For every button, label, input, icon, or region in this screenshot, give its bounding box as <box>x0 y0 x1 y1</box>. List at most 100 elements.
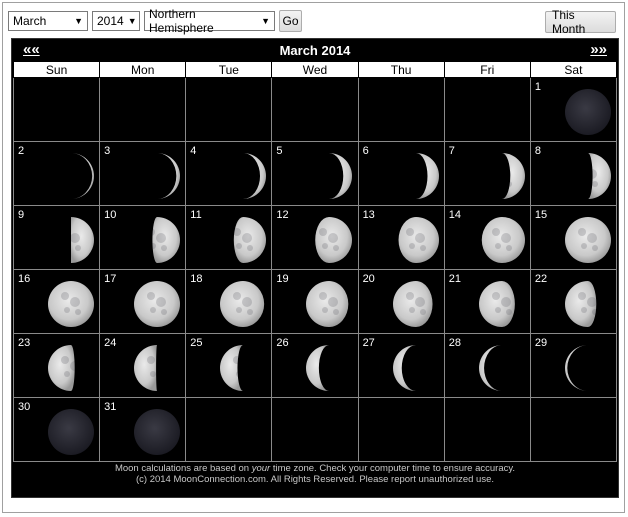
moon-image <box>478 344 526 397</box>
calendar-day-cell[interactable]: 18 <box>185 269 273 334</box>
moon-phase-icon <box>134 281 181 327</box>
day-number: 19 <box>276 273 289 285</box>
calendar-day-cell[interactable]: 15 <box>529 205 618 270</box>
moon-phase-icon <box>564 281 597 327</box>
day-number: 13 <box>362 209 375 221</box>
calendar-day-cell <box>529 397 618 462</box>
calendar-week-row: 1 <box>12 77 618 142</box>
chevron-down-icon: ▼ <box>261 16 270 26</box>
calendar-day-cell[interactable]: 16 <box>12 269 101 334</box>
calendar-day-cell[interactable]: 19 <box>271 269 359 334</box>
day-number: 21 <box>448 273 461 285</box>
moon-image <box>478 216 526 269</box>
calendar-day-cell[interactable]: 6 <box>357 141 445 206</box>
day-number: 4 <box>190 145 197 157</box>
calendar-day-cell[interactable]: 31 <box>99 397 187 462</box>
moon-phase-icon <box>415 153 439 199</box>
footer-accuracy-note: Moon calculations are based on your time… <box>12 463 618 474</box>
calendar-day-cell[interactable]: 7 <box>443 141 531 206</box>
day-number: 28 <box>448 337 461 349</box>
moon-phase-icon <box>234 217 267 263</box>
moon-phase-icon <box>306 281 349 327</box>
month-select-value: March <box>13 14 47 28</box>
moon-image <box>564 88 612 141</box>
calendar-day-cell[interactable]: 28 <box>443 333 531 398</box>
calendar-day-cell[interactable]: 23 <box>12 333 101 398</box>
moon-phase-icon <box>564 345 588 391</box>
moon-image <box>133 280 181 333</box>
weekday-header: Wed <box>271 61 359 78</box>
calendar-day-cell[interactable]: 10 <box>99 205 187 270</box>
calendar-day-cell <box>443 77 531 142</box>
calendar-day-cell <box>271 397 359 462</box>
calendar-day-cell[interactable]: 5 <box>271 141 359 206</box>
calendar-day-cell[interactable]: 27 <box>357 333 445 398</box>
calendar-day-cell[interactable]: 4 <box>185 141 273 206</box>
moon-phase-icon <box>478 281 515 327</box>
go-button[interactable]: Go <box>279 10 302 32</box>
moon-phase-icon <box>329 153 353 199</box>
weekday-header: Mon <box>99 61 187 78</box>
moon-phase-icon <box>306 345 330 391</box>
calendar-day-cell <box>12 77 101 142</box>
calendar-day-cell[interactable]: 2 <box>12 141 101 206</box>
calendar-day-cell[interactable]: 14 <box>443 205 531 270</box>
calendar-week-row: 30 31 <box>12 397 618 462</box>
hemisphere-select[interactable]: Northern Hemisphere ▼ <box>144 7 275 35</box>
day-number: 31 <box>104 401 117 413</box>
day-number: 9 <box>18 209 25 221</box>
moon-image <box>47 344 95 397</box>
calendar-day-cell[interactable]: 3 <box>99 141 187 206</box>
calendar-week-row: 9 10 11 12 13 14 15 <box>12 205 618 270</box>
calendar-day-cell[interactable]: 11 <box>185 205 273 270</box>
day-number: 6 <box>362 145 369 157</box>
moon-phase-icon <box>157 153 181 199</box>
moon-image <box>564 344 612 397</box>
day-number: 26 <box>276 337 289 349</box>
calendar-day-cell[interactable]: 21 <box>443 269 531 334</box>
year-select[interactable]: 2014 ▼ <box>92 11 140 31</box>
moon-image <box>219 216 267 269</box>
moon-image <box>47 152 95 205</box>
calendar-day-cell[interactable]: 24 <box>99 333 187 398</box>
month-select[interactable]: March ▼ <box>8 11 88 31</box>
moon-phase-icon <box>501 153 525 199</box>
calendar-day-cell[interactable]: 25 <box>185 333 273 398</box>
calendar-day-cell[interactable]: 8 <box>529 141 618 206</box>
calendar-day-cell[interactable]: 20 <box>357 269 445 334</box>
calendar-day-cell[interactable]: 9 <box>12 205 101 270</box>
calendar-day-cell[interactable]: 29 <box>529 333 618 398</box>
moon-image <box>47 216 95 269</box>
footer-note-pre: Moon calculations are based on <box>114 463 252 474</box>
calendar-day-cell[interactable]: 13 <box>357 205 445 270</box>
weekday-header: Fri <box>443 61 531 78</box>
calendar-day-cell[interactable]: 22 <box>529 269 618 334</box>
calendar-day-cell[interactable]: 30 <box>12 397 101 462</box>
calendar-grid: Sun Mon Tue Wed Thu Fri Sat 1 2 3 4 5 6 7 8 9 10 11 12 13 1… <box>12 61 618 462</box>
moon-image <box>305 152 353 205</box>
day-number: 29 <box>534 337 548 349</box>
weekday-header: Thu <box>357 61 445 78</box>
day-number: 18 <box>190 273 203 285</box>
moon-image <box>133 408 181 461</box>
prev-month-link[interactable]: «« <box>23 41 40 58</box>
this-month-button[interactable]: This Month <box>545 8 616 36</box>
day-number: 23 <box>18 337 31 349</box>
calendar-day-cell[interactable]: 17 <box>99 269 187 334</box>
calendar-day-cell <box>185 397 273 462</box>
next-month-link[interactable]: »» <box>590 41 607 58</box>
calendar-day-cell[interactable]: 26 <box>271 333 359 398</box>
moon-image <box>47 408 95 461</box>
moon-image <box>305 280 353 333</box>
calendar-day-cell[interactable]: 1 <box>529 77 618 142</box>
moon-image <box>305 344 353 397</box>
moon-phase-icon <box>478 345 502 391</box>
calendar-footer: Moon calculations are based on your time… <box>12 463 618 485</box>
moon-image <box>392 344 440 397</box>
calendar-day-cell[interactable]: 12 <box>271 205 359 270</box>
calendar-day-cell <box>357 397 445 462</box>
year-select-value: 2014 <box>97 14 124 28</box>
calendar-day-cell <box>357 77 445 142</box>
calendar-day-cell <box>185 77 273 142</box>
moon-image <box>564 216 612 269</box>
